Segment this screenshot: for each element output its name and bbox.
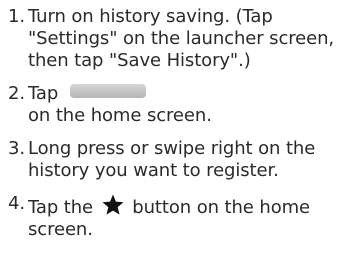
step-3: 3. Long press or swipe right on the hist… bbox=[0, 138, 351, 182]
step-4: 4. Tap the button on the home screen. bbox=[0, 193, 351, 240]
step-1: 1. Turn on history saving. (Tap "Setting… bbox=[0, 6, 351, 72]
step-text-prefix: Tap bbox=[28, 83, 59, 104]
step-number: 1. bbox=[8, 6, 25, 27]
instruction-steps: 1. Turn on history saving. (Tap "Setting… bbox=[0, 0, 351, 254]
step-body: Tap on the home screen. bbox=[28, 83, 351, 127]
step-number: 3. bbox=[8, 138, 25, 159]
step-body: Tap the button on the home screen. bbox=[28, 193, 351, 241]
step-text-suffix: on the home screen. bbox=[28, 105, 212, 126]
step-text: Long press or swipe right on the history… bbox=[28, 138, 316, 181]
star-icon bbox=[101, 193, 125, 217]
step-number: 4. bbox=[8, 193, 25, 214]
step-2: 2. Tap on the home screen. bbox=[0, 83, 351, 127]
step-text: Turn on history saving. (Tap "Settings" … bbox=[28, 6, 335, 71]
step-text-prefix: Tap the bbox=[28, 197, 94, 218]
step-number: 2. bbox=[8, 83, 25, 104]
history-button-icon bbox=[70, 84, 147, 98]
